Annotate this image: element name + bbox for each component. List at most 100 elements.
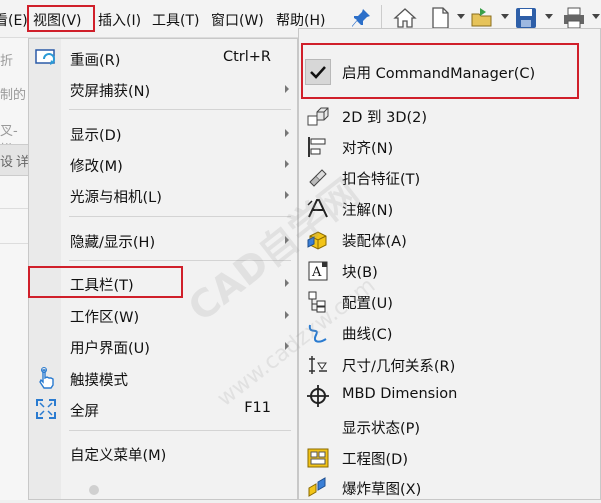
menu-item-annotation[interactable]: 注解(N) xyxy=(299,193,600,224)
menu-item-user-interface[interactable]: 用户界面(U) xyxy=(29,331,297,361)
block-icon: A xyxy=(308,261,328,281)
menu-item-label: 全屏 xyxy=(70,404,99,420)
view-menu-highlight xyxy=(27,5,95,32)
submenu-arrow-icon xyxy=(285,342,289,350)
new-dropdown-arrow-icon[interactable] xyxy=(457,14,465,19)
new-document-icon[interactable] xyxy=(428,6,452,30)
open-dropdown-arrow-icon[interactable] xyxy=(501,14,509,19)
menu-item-label: 修改(M) xyxy=(70,159,123,175)
menu-item-label: 自定义菜单(M) xyxy=(70,448,167,464)
menu-item-label: 隐藏/显示(H) xyxy=(70,235,156,251)
explode-sketch-icon xyxy=(308,477,326,497)
submenu-arrow-icon xyxy=(285,311,289,319)
menu-item-explode-sketch[interactable]: 爆炸草图(X) xyxy=(299,472,600,503)
drawing-icon xyxy=(307,448,329,468)
menu-edit[interactable]: 看(E) xyxy=(0,10,28,30)
menu-item-fullscreen[interactable]: 全屏 F11 xyxy=(29,394,297,424)
menu-item-label: 工程图(D) xyxy=(342,452,408,468)
2d-to-3d-icon xyxy=(307,107,329,126)
menu-item-display[interactable]: 显示(D) xyxy=(29,118,297,148)
menu-item-redraw[interactable]: 重画(R) Ctrl+R xyxy=(29,43,297,73)
menu-item-label: 荧屏捕获(N) xyxy=(70,84,151,100)
menu-item-lights-cameras[interactable]: 光源与相机(L) xyxy=(29,180,297,210)
menu-item-label: 光源与相机(L) xyxy=(70,190,162,206)
menu-item-assembly[interactable]: 装配体(A) xyxy=(299,224,600,255)
feature-tree-edge: 折 制的 叉-拱 设 详 xyxy=(0,38,29,500)
touch-hand-icon xyxy=(39,367,54,389)
menu-insert[interactable]: 插入(I) xyxy=(98,10,141,30)
menu-item-shortcut: F11 xyxy=(244,400,271,416)
menu-item-label: 用户界面(U) xyxy=(70,341,150,357)
fullscreen-icon xyxy=(36,399,56,419)
commandmanager-highlight xyxy=(301,43,579,99)
menu-item-label: 注解(N) xyxy=(342,203,394,219)
menu-item-label: 爆炸草图(X) xyxy=(342,482,422,498)
align-icon xyxy=(308,137,326,157)
fastening-feature-icon xyxy=(309,169,327,187)
menu-separator xyxy=(69,260,291,261)
menu-item-hide-show[interactable]: 隐藏/显示(H) xyxy=(29,225,297,255)
submenu-arrow-icon xyxy=(285,236,289,244)
menu-item-drawing[interactable]: 工程图(D) xyxy=(299,442,600,473)
menu-tools[interactable]: 工具(T) xyxy=(152,10,199,30)
menu-item-curves[interactable]: 曲线(C) xyxy=(299,317,600,348)
menu-item-label: 装配体(A) xyxy=(342,234,407,250)
print-dropdown-arrow-icon[interactable] xyxy=(592,14,600,19)
menu-separator xyxy=(69,216,291,217)
menu-item-label: 显示(D) xyxy=(70,128,122,144)
annotation-icon xyxy=(307,199,328,218)
menu-window[interactable]: 窗口(W) xyxy=(211,10,264,30)
configuration-icon xyxy=(308,291,326,313)
menu-item-display-states[interactable]: 显示状态(P) xyxy=(299,411,600,442)
menu-item-mbd-dimension[interactable]: MBD Dimension xyxy=(299,380,600,411)
menu-item-workspace[interactable]: 工作区(W) xyxy=(29,300,297,330)
submenu-arrow-icon xyxy=(285,129,289,137)
menu-item-block[interactable]: A 块(B) xyxy=(299,255,600,286)
menu-item-touch-mode[interactable]: 触摸模式 xyxy=(29,363,297,393)
menu-separator xyxy=(69,109,291,110)
left-strip-tab[interactable]: 设 xyxy=(0,151,13,170)
left-strip-text: 折 xyxy=(0,54,14,69)
menu-item-modify[interactable]: 修改(M) xyxy=(29,149,297,179)
submenu-arrow-icon xyxy=(285,85,289,93)
redraw-icon xyxy=(35,49,55,65)
submenu-arrow-icon xyxy=(285,160,289,168)
menu-item-label: 尺寸/几何关系(R) xyxy=(342,359,456,375)
save-icon[interactable] xyxy=(514,6,538,30)
menu-item-dimensions-relations[interactable]: 尺寸/几何关系(R) xyxy=(299,349,600,380)
menu-item-2d-to-3d[interactable]: 2D 到 3D(2) xyxy=(299,100,600,131)
menu-item-configuration[interactable]: 配置(U) xyxy=(299,286,600,317)
menu-item-label: 重画(R) xyxy=(70,53,121,69)
menu-item-label: 显示状态(P) xyxy=(342,421,421,437)
menu-item-customize-menu[interactable]: 自定义菜单(M) xyxy=(29,438,297,468)
menu-item-label: 扣合特征(T) xyxy=(342,172,421,188)
menu-item-label: 曲线(C) xyxy=(342,327,393,343)
scroll-dot xyxy=(89,485,99,495)
menu-item-shortcut: Ctrl+R xyxy=(222,49,271,65)
menu-item-label: 工作区(W) xyxy=(70,310,140,326)
pin-icon[interactable] xyxy=(349,6,373,30)
menu-item-label: 对齐(N) xyxy=(342,141,394,157)
menu-item-align[interactable]: 对齐(N) xyxy=(299,131,600,162)
save-dropdown-arrow-icon[interactable] xyxy=(545,14,553,19)
submenu-arrow-icon xyxy=(285,191,289,199)
menu-item-label: 2D 到 3D(2) xyxy=(342,110,428,126)
toolbars-highlight xyxy=(28,266,183,298)
toolbars-submenu: 启用 CommandManager(C) 2D 到 3D(2) 对齐(N) 扣合… xyxy=(298,28,601,500)
menu-item-label: 配置(U) xyxy=(342,296,393,312)
svg-text:A: A xyxy=(311,265,322,280)
open-folder-icon[interactable] xyxy=(470,6,494,30)
home-icon[interactable] xyxy=(393,6,417,30)
menu-separator xyxy=(69,430,291,431)
submenu-arrow-icon xyxy=(285,279,289,287)
menu-item-label: 触摸模式 xyxy=(70,373,128,389)
menu-item-label: 块(B) xyxy=(342,265,378,281)
dimension-relation-icon xyxy=(309,356,327,374)
left-strip-text: 制的 xyxy=(0,88,27,103)
menu-help[interactable]: 帮助(H) xyxy=(276,10,325,30)
menu-item-fastening-features[interactable]: 扣合特征(T) xyxy=(299,162,600,193)
print-icon[interactable] xyxy=(562,6,586,30)
assembly-icon xyxy=(307,231,327,250)
menu-item-screen-capture[interactable]: 荧屏捕获(N) xyxy=(29,74,297,104)
curve-icon xyxy=(308,324,327,343)
